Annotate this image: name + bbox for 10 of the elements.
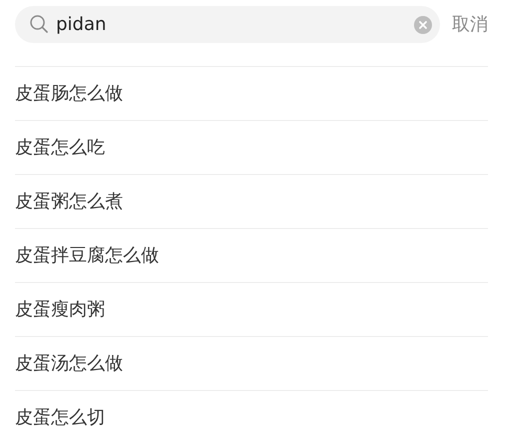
suggestion-item[interactable]: 皮蛋瘦肉粥	[15, 296, 105, 323]
search-field[interactable]: pidan	[15, 6, 440, 43]
suggestion-item[interactable]: 皮蛋肠怎么做	[15, 80, 123, 107]
suggestion-item[interactable]: 皮蛋怎么吃	[15, 134, 105, 161]
clear-icon[interactable]	[414, 16, 432, 34]
suggestion-item[interactable]: 皮蛋拌豆腐怎么做	[15, 242, 159, 269]
suggestion-item[interactable]: 皮蛋粥怎么煮	[15, 188, 123, 215]
search-icon	[29, 14, 49, 34]
suggestion-item[interactable]: 皮蛋汤怎么做	[15, 350, 123, 377]
suggestion-item[interactable]: 皮蛋怎么切	[15, 404, 105, 431]
